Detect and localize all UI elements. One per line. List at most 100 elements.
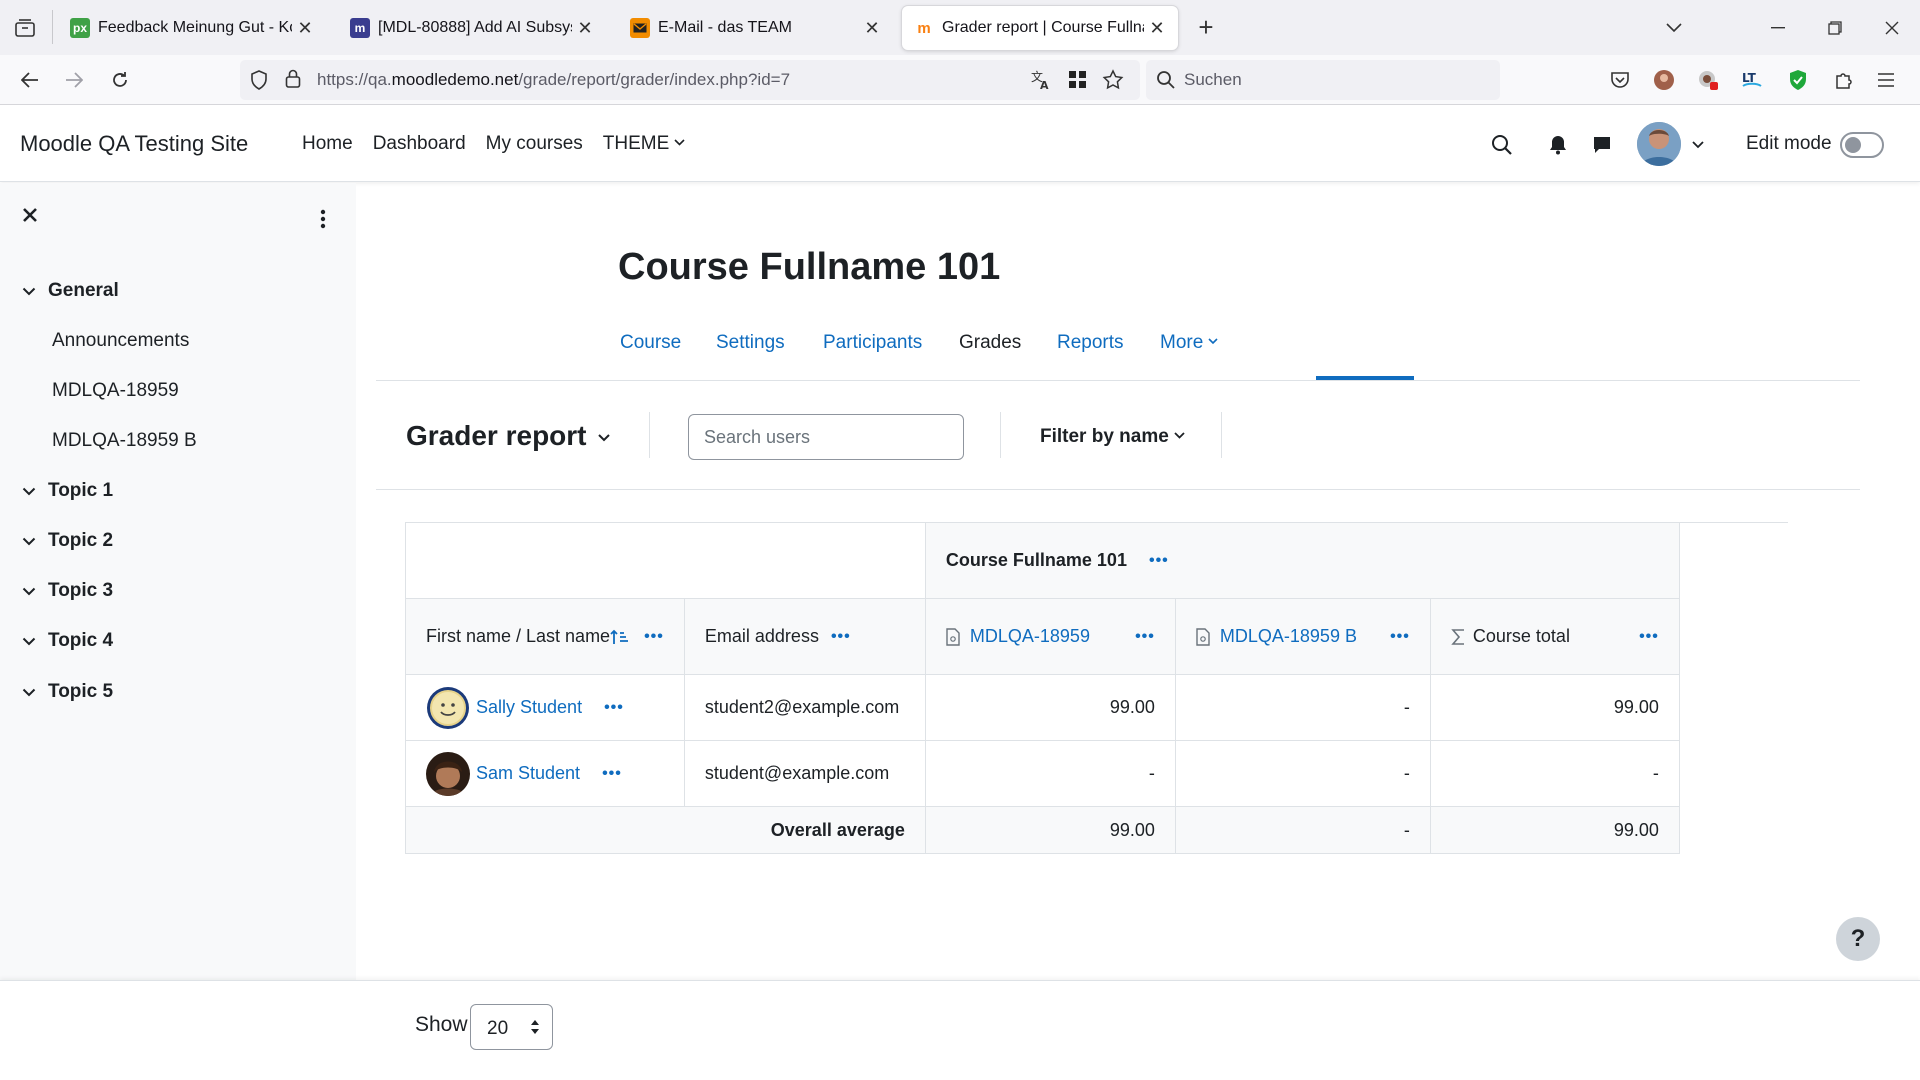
tab-title: [MDL-80888] Add AI Subsystem: [378, 19, 572, 36]
lock-icon[interactable]: [285, 69, 301, 89]
overall-average-row: Overall average 99.00 - 99.00: [405, 806, 1680, 854]
tab-list-icon[interactable]: [8, 12, 42, 44]
tab-grades[interactable]: Grades: [959, 332, 1021, 354]
chevron-down-icon[interactable]: [22, 287, 38, 296]
browser-search-bar[interactable]: Suchen: [1146, 60, 1500, 100]
url-bar[interactable]: https://qa.moodledemo.net/grade/report/g…: [240, 60, 1140, 100]
bookmark-star-icon[interactable]: [1102, 69, 1124, 91]
user-avatar[interactable]: [1637, 122, 1681, 166]
grade-cell[interactable]: -: [1174, 674, 1431, 741]
tab-reports[interactable]: Reports: [1057, 332, 1124, 354]
grade-cell[interactable]: -: [1174, 740, 1431, 807]
pocket-icon[interactable]: [1606, 66, 1634, 94]
course-section-topic-1[interactable]: Topic 1: [22, 480, 113, 502]
close-icon[interactable]: ✕: [296, 18, 314, 39]
search-icon[interactable]: [1488, 131, 1516, 159]
avatar[interactable]: [426, 686, 470, 730]
apps-grid-icon[interactable]: [1068, 70, 1088, 90]
user-name-link[interactable]: Sam Student: [476, 763, 580, 784]
shield-icon[interactable]: [250, 70, 268, 90]
chevron-down-icon[interactable]: [22, 537, 38, 546]
nav-dashboard[interactable]: Dashboard: [373, 133, 466, 155]
tab-title: Grader report | Course Fullname 101: [942, 19, 1144, 36]
extension-badge-icon[interactable]: [1694, 66, 1722, 94]
course-index-activity[interactable]: MDLQA-18959 B: [52, 430, 197, 452]
course-index-activity[interactable]: Announcements: [52, 330, 189, 352]
nav-theme-dropdown[interactable]: THEME: [603, 133, 686, 155]
category-actions-icon[interactable]: •••: [1149, 552, 1169, 570]
email-column-label[interactable]: Email address: [705, 626, 819, 647]
course-section-topic-5[interactable]: Topic 5: [22, 681, 113, 703]
url-text[interactable]: https://qa.moodledemo.net/grade/report/g…: [317, 70, 790, 90]
sort-ascending-icon[interactable]: [610, 628, 630, 646]
browser-tab[interactable]: E-Mail - das TEAM ✕: [618, 6, 893, 50]
avatar[interactable]: [426, 751, 470, 796]
forward-arrow-icon[interactable]: [58, 64, 90, 96]
close-drawer-icon[interactable]: [22, 207, 38, 223]
new-tab-icon[interactable]: +: [1190, 12, 1222, 44]
tab-overflow-chevron-icon[interactable]: [1654, 12, 1694, 44]
browser-tab[interactable]: px Feedback Meinung Gut - Kosten ✕: [58, 6, 326, 50]
course-index-activity[interactable]: MDLQA-18959: [52, 380, 179, 402]
user-actions-icon[interactable]: •••: [604, 699, 624, 717]
filter-by-name-button[interactable]: Filter by name: [1040, 426, 1185, 448]
edit-mode-toggle[interactable]: [1840, 132, 1884, 158]
grade-cell[interactable]: 99.00: [924, 674, 1176, 741]
chevron-down-icon[interactable]: [22, 587, 38, 596]
course-total-cell[interactable]: 99.00: [1429, 674, 1680, 741]
chevron-down-icon[interactable]: [22, 688, 38, 697]
close-icon[interactable]: ✕: [863, 18, 881, 39]
course-total-actions-icon[interactable]: •••: [1639, 628, 1659, 646]
user-name-link[interactable]: Sally Student: [476, 697, 582, 718]
translate-icon[interactable]: 文A: [1030, 69, 1052, 91]
chevron-down-icon[interactable]: [598, 434, 610, 442]
kebab-menu-icon[interactable]: [320, 209, 326, 229]
close-icon[interactable]: ✕: [1148, 18, 1166, 39]
help-button[interactable]: ?: [1836, 917, 1880, 961]
minimize-icon[interactable]: [1758, 12, 1798, 44]
search-users-input[interactable]: [688, 414, 964, 460]
profile-extension-icon[interactable]: [1650, 66, 1678, 94]
tab-course[interactable]: Course: [620, 332, 681, 354]
grade-item-actions-icon[interactable]: •••: [1135, 628, 1155, 646]
restore-icon[interactable]: [1815, 12, 1855, 44]
notifications-bell-icon[interactable]: [1544, 131, 1572, 159]
email-column-actions-icon[interactable]: •••: [831, 628, 851, 646]
browser-tab[interactable]: m [MDL-80888] Add AI Subsystem ✕: [338, 6, 606, 50]
close-icon[interactable]: ✕: [576, 18, 594, 39]
report-selector[interactable]: Grader report: [406, 420, 587, 452]
window-close-icon[interactable]: [1872, 12, 1912, 44]
grade-item-actions-icon[interactable]: •••: [1390, 628, 1410, 646]
course-section-topic-4[interactable]: Topic 4: [22, 630, 113, 652]
extensions-puzzle-icon[interactable]: [1830, 66, 1858, 94]
tab-participants[interactable]: Participants: [823, 332, 922, 354]
name-column-actions-icon[interactable]: •••: [644, 628, 664, 646]
reload-icon[interactable]: [104, 64, 136, 96]
user-menu-chevron-down-icon[interactable]: [1684, 131, 1712, 159]
course-section-topic-2[interactable]: Topic 2: [22, 530, 113, 552]
course-total-label: Course total: [1472, 626, 1570, 646]
course-section-topic-3[interactable]: Topic 3: [22, 580, 113, 602]
chevron-down-icon[interactable]: [22, 637, 38, 646]
languagetool-icon[interactable]: LT: [1738, 66, 1766, 94]
name-column-label[interactable]: First name / Last name: [426, 626, 610, 647]
browser-tab-active[interactable]: m Grader report | Course Fullname 101 ✕: [902, 6, 1178, 50]
course-section-general[interactable]: General: [22, 280, 119, 302]
nav-my-courses[interactable]: My courses: [486, 133, 583, 155]
chevron-down-icon[interactable]: [22, 487, 38, 496]
security-shield-check-icon[interactable]: [1784, 66, 1812, 94]
tab-settings[interactable]: Settings: [716, 332, 785, 354]
grade-cell[interactable]: -: [924, 740, 1176, 807]
tab-more[interactable]: More: [1160, 332, 1218, 354]
site-name[interactable]: Moodle QA Testing Site: [20, 131, 248, 157]
grade-item-link[interactable]: MDLQA-18959 B: [1220, 626, 1357, 647]
course-total-cell[interactable]: -: [1429, 740, 1680, 807]
back-arrow-icon[interactable]: [14, 64, 46, 96]
sigma-icon: [1451, 628, 1465, 646]
menu-hamburger-icon[interactable]: [1872, 66, 1900, 94]
nav-home[interactable]: Home: [302, 133, 353, 155]
per-page-select[interactable]: 20: [470, 1004, 553, 1050]
user-actions-icon[interactable]: •••: [602, 765, 622, 783]
grade-item-link[interactable]: MDLQA-18959: [970, 626, 1090, 647]
messages-chat-icon[interactable]: [1588, 131, 1616, 159]
